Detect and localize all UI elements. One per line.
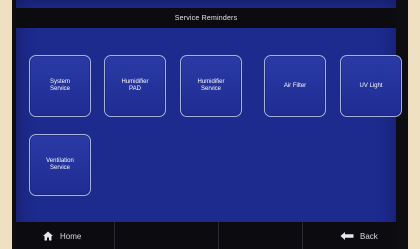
screen xyxy=(16,0,396,249)
tile-system-service[interactable]: System Service xyxy=(29,55,91,117)
nav-divider xyxy=(302,222,303,249)
home-button[interactable]: Home xyxy=(42,228,81,244)
tile-label: Humidifier Service xyxy=(197,79,225,92)
back-label: Back xyxy=(360,231,378,241)
tile-uv-light[interactable]: UV Light xyxy=(340,55,402,117)
nav-divider xyxy=(114,222,115,249)
home-icon xyxy=(42,230,54,242)
back-button[interactable]: Back xyxy=(340,228,378,244)
tile-label: Ventilation Service xyxy=(46,158,74,171)
page-title: Service Reminders xyxy=(174,14,238,22)
tile-humidifier-service[interactable]: Humidifier Service xyxy=(180,55,242,117)
tile-label: UV Light xyxy=(359,82,383,89)
tile-label: System Service xyxy=(49,79,70,92)
tile-label: Air Filter xyxy=(283,82,307,89)
tile-label: Humidifier PAD xyxy=(121,79,149,92)
tile-humidifier-pad[interactable]: Humidifier PAD xyxy=(104,55,166,117)
back-arrow-icon xyxy=(340,231,354,241)
home-label: Home xyxy=(60,231,82,241)
nav-divider xyxy=(218,222,219,249)
page-title-bar: Service Reminders xyxy=(16,8,396,28)
tile-air-filter[interactable]: Air Filter xyxy=(264,55,326,117)
tile-ventilation-service[interactable]: Ventilation Service xyxy=(29,134,91,196)
